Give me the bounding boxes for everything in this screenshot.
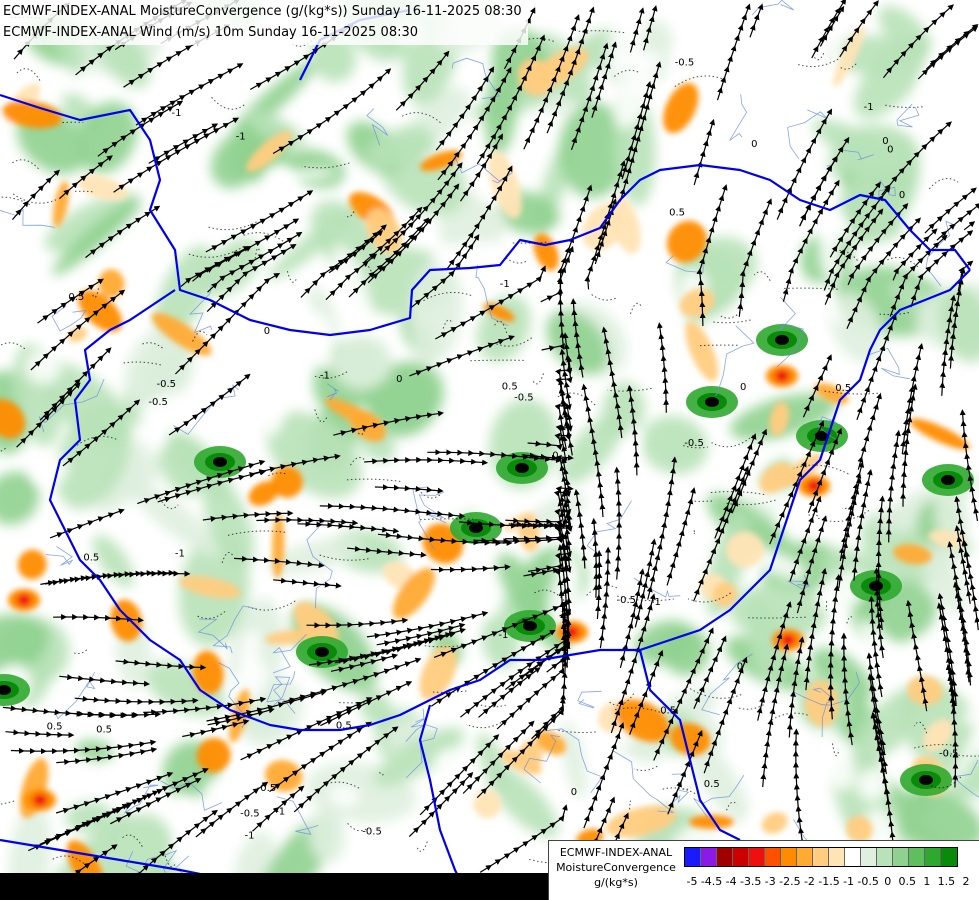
legend-tick-10: 0 (884, 875, 892, 888)
contour-label: 0.5 (47, 722, 63, 733)
contour-label: -0.5 (617, 595, 637, 606)
legend-tick-9: -0.5 (857, 875, 879, 888)
contour-label: 0.5 (835, 383, 851, 394)
divergence-center (17, 594, 31, 606)
contour-label: -1 (245, 831, 255, 842)
legend-swatch-15 (925, 848, 941, 866)
contour-label: 0 (751, 139, 757, 150)
contour-label: 0 (887, 144, 893, 155)
legend-color-bar (684, 847, 958, 867)
contour-label: -0.5 (362, 827, 382, 838)
legend-swatch-12 (877, 848, 893, 866)
contour-label: 0.5 (704, 779, 720, 790)
contour-label: -1 (172, 108, 182, 119)
contour-label: -0.5 (257, 783, 277, 794)
contour-label: 0 (571, 787, 577, 798)
legend-swatch-2 (717, 848, 733, 866)
contour-label: -0.5 (157, 379, 177, 390)
contour-label: 0 (264, 326, 270, 337)
legend-tick-5: -2.5 (779, 875, 801, 888)
legend-field: MoistureConvergence (556, 861, 676, 874)
legend-swatch-11 (861, 848, 877, 866)
legend-unit: g/(kg*s) (594, 876, 638, 889)
map-title-wind: ECMWF-INDEX-ANAL Wind (m/s) 10m Sunday 1… (3, 25, 419, 40)
contour-label: 0.5 (68, 292, 84, 303)
contour-label: -1 (236, 131, 246, 142)
legend-swatch-8 (813, 848, 829, 866)
contour-label: 0.5 (336, 720, 352, 731)
contour-label: -0.5 (675, 58, 695, 69)
legend-swatch-16 (941, 848, 957, 866)
contour-label: -0.5 (939, 749, 959, 760)
legend-swatch-13 (893, 848, 909, 866)
contour-label: 0.5 (502, 382, 518, 393)
contour-label: 0 (737, 662, 743, 673)
legend-tick-2: -4 (725, 875, 737, 888)
contour-label: -1 (275, 807, 285, 818)
map-title-box: ECMWF-INDEX-ANAL MoistureConvergence (g/… (0, 0, 528, 45)
core-center (523, 621, 537, 631)
legend-swatch-10 (845, 848, 861, 866)
contour-label: 0 (396, 374, 402, 385)
contour-label: -0.5 (514, 392, 534, 403)
core-center (705, 397, 719, 407)
contour-label: -1 (500, 279, 510, 290)
contour-label: 0 (552, 450, 558, 461)
map-title-moisture: ECMWF-INDEX-ANAL MoistureConvergence (g/… (3, 4, 522, 19)
contour-label: -1 (498, 630, 508, 641)
legend-swatch-1 (701, 848, 717, 866)
legend-tick-14: 2 (962, 875, 970, 888)
legend-swatch-5 (765, 848, 781, 866)
contour-label: 0.5 (96, 725, 112, 736)
legend-swatch-0 (685, 848, 701, 866)
core-center (869, 581, 883, 591)
legend-model: ECMWF-INDEX-ANAL (559, 846, 673, 859)
legend-title: ECMWF-INDEX-ANAL MoistureConvergence g/(… (549, 845, 683, 890)
moisture-convergence-map: 00.5-0.5-100.5-0.5-100.5-0.5-100.5-0.5-1… (0, 0, 979, 900)
divergence-center (775, 370, 789, 382)
contour-label: 0 (899, 190, 905, 201)
contour-label: -1 (320, 370, 330, 381)
legend-swatch-14 (909, 848, 925, 866)
core-center (515, 463, 529, 473)
color-legend: ECMWF-INDEX-ANAL MoistureConvergence g/(… (548, 840, 979, 900)
divergence-center (33, 794, 47, 806)
legend-tick-8: -1 (843, 875, 855, 888)
contour-label: -0.5 (240, 809, 260, 820)
contour-label: 0.5 (660, 706, 676, 717)
contour-label: -1 (651, 597, 661, 608)
legend-tick-12: 1 (923, 875, 931, 888)
legend-tick-4: -3 (764, 875, 776, 888)
contour-label: 0 (740, 382, 746, 393)
legend-tick-0: -5 (686, 875, 698, 888)
legend-tick-3: -3.5 (739, 875, 762, 888)
legend-tick-6: -2 (803, 875, 815, 888)
legend-tick-1: -4.5 (700, 875, 723, 888)
core-center (469, 523, 483, 533)
contour-label: -0.5 (684, 438, 704, 449)
legend-tick-labels: -5 -4.5 -4 -3.5 -3 -2.5 -2 -1.5 -1 -0.5 0 0.5 1 1.5 2 (684, 875, 974, 891)
legend-swatch-6 (781, 848, 797, 866)
legend-tick-11: 0.5 (898, 875, 917, 888)
legend-tick-13: 1.5 (937, 875, 956, 888)
core-center (775, 335, 789, 345)
contour-label: -1 (864, 102, 874, 113)
contour-label: -1 (175, 548, 185, 559)
core-center (919, 775, 933, 785)
core-center (315, 647, 329, 657)
divergence-center (781, 634, 795, 646)
contour-label: -0.5 (148, 397, 168, 408)
contour-label: 0.5 (669, 207, 685, 218)
legend-swatch-4 (749, 848, 765, 866)
core-center (941, 475, 955, 485)
contour-label: 0.5 (83, 553, 99, 564)
legend-tick-7: -1.5 (818, 875, 840, 888)
legend-swatch-9 (829, 848, 845, 866)
core-center (213, 457, 227, 467)
legend-swatch-3 (733, 848, 749, 866)
legend-swatch-7 (797, 848, 813, 866)
